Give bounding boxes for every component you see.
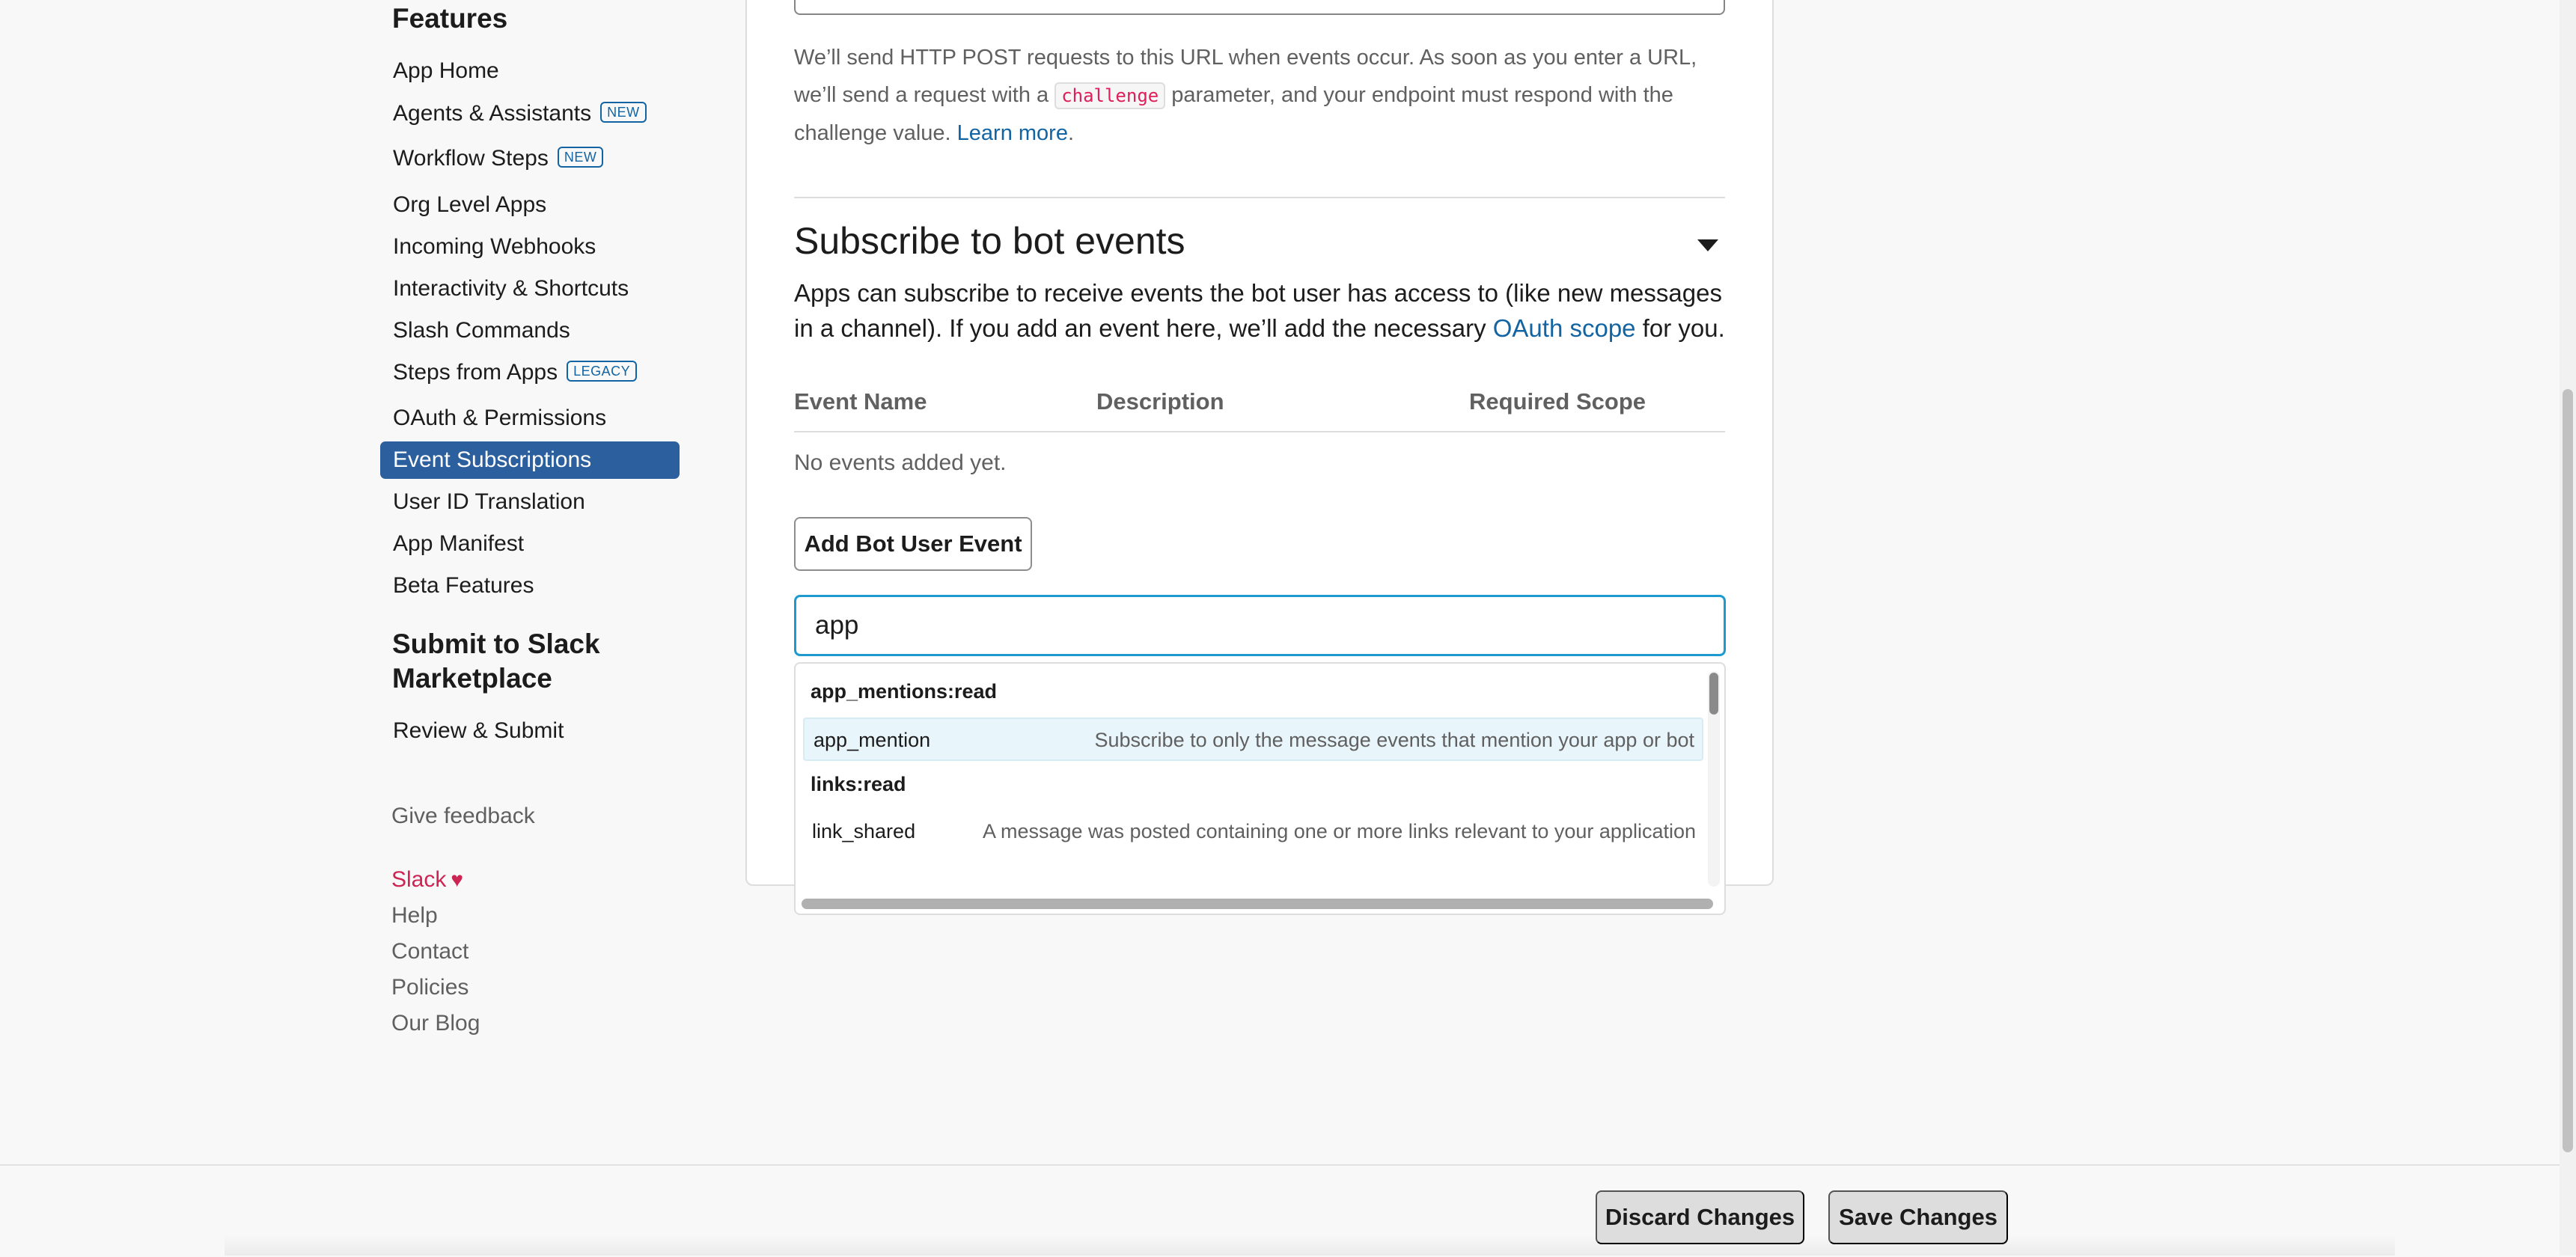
sidebar-item-steps-from-apps[interactable]: Steps from Apps LEGACY <box>380 354 680 391</box>
page-scrollbar[interactable] <box>2563 389 2573 1152</box>
sidebar-item-label: User ID Translation <box>393 489 585 514</box>
slack-link-label: Slack <box>391 867 447 892</box>
learn-more-link[interactable]: Learn more <box>957 121 1068 145</box>
table-header-divider <box>794 431 1725 432</box>
sidebar-item-workflow-steps[interactable]: Workflow Steps NEW <box>380 140 680 177</box>
sidebar-item-label: Slash Commands <box>393 318 570 343</box>
event-option-description: A message was posted containing one or m… <box>982 820 1696 842</box>
sidebar-item-org-level-apps[interactable]: Org Level Apps <box>380 186 680 224</box>
sidebar-item-review-submit[interactable]: Review & Submit <box>380 712 680 750</box>
challenge-code: challenge <box>1054 82 1166 109</box>
discard-changes-button[interactable]: Discard Changes <box>1596 1190 1804 1244</box>
empty-events-message: No events added yet. <box>794 450 1007 475</box>
sidebar-item-user-id-translation[interactable]: User ID Translation <box>380 483 680 521</box>
dropdown-vertical-scrollbar[interactable] <box>1709 673 1718 715</box>
sidebar-item-oauth-permissions[interactable]: OAuth & Permissions <box>380 400 680 437</box>
bot-events-heading: Subscribe to bot events <box>794 220 1185 262</box>
bot-events-description: Apps can subscribe to receive events the… <box>794 275 1730 346</box>
scope-group-label: links:read <box>811 773 906 795</box>
new-badge: NEW <box>600 102 647 123</box>
sidebar: Features App Home Agents & Assistants NEW… <box>0 0 703 1152</box>
sidebar-item-agents-assistants[interactable]: Agents & Assistants NEW <box>380 95 680 132</box>
help-link[interactable]: Help <box>391 900 438 932</box>
submit-heading-line1: Submit to Slack <box>392 628 600 659</box>
sidebar-item-label: App Home <box>393 58 499 83</box>
heart-icon: ♥ <box>451 868 463 891</box>
column-event-name: Event Name <box>794 388 927 415</box>
sidebar-item-label: Event Subscriptions <box>393 447 592 472</box>
blog-link[interactable]: Our Blog <box>391 1008 480 1039</box>
sidebar-item-label: Workflow Steps <box>393 146 549 171</box>
sidebar-item-label: Org Level Apps <box>393 192 547 217</box>
submit-heading-line2: Marketplace <box>392 663 552 694</box>
sidebar-item-label: Beta Features <box>393 573 534 598</box>
sidebar-item-event-subscriptions[interactable]: Event Subscriptions <box>380 441 680 479</box>
add-bot-user-event-button[interactable]: Add Bot User Event <box>794 517 1032 571</box>
give-feedback-link[interactable]: Give feedback <box>391 801 535 832</box>
event-option-link-shared[interactable]: link_shared A message was posted contain… <box>803 810 1703 854</box>
policies-link[interactable]: Policies <box>391 972 468 1003</box>
sidebar-item-incoming-webhooks[interactable]: Incoming Webhooks <box>380 228 680 266</box>
sidebar-item-beta-features[interactable]: Beta Features <box>380 567 680 605</box>
sidebar-item-label: Steps from Apps <box>393 360 558 385</box>
column-required-scope: Required Scope <box>1469 388 1646 415</box>
event-option-name: link_shared <box>812 820 916 842</box>
desc-period: . <box>1067 121 1075 145</box>
event-search-input[interactable]: app <box>794 595 1726 656</box>
features-heading: Features <box>392 3 508 34</box>
oauth-scope-link[interactable]: OAuth scope <box>1493 314 1636 342</box>
column-description: Description <box>1096 388 1224 415</box>
contact-link[interactable]: Contact <box>391 936 468 967</box>
new-badge: NEW <box>557 147 604 168</box>
para-text: for you. <box>1635 314 1725 342</box>
event-option-name: app_mention <box>814 729 931 751</box>
sidebar-item-label: Agents & Assistants <box>393 101 592 126</box>
event-option-description: Subscribe to only the message events tha… <box>1094 729 1694 751</box>
event-dropdown[interactable]: app_mentions:read app_mention Subscribe … <box>794 662 1726 915</box>
save-bar-shadow <box>225 1235 2395 1256</box>
section-divider <box>794 197 1725 198</box>
scope-group-label: app_mentions:read <box>811 680 998 703</box>
request-url-input[interactable] <box>794 0 1725 15</box>
sidebar-item-app-home[interactable]: App Home <box>380 52 680 90</box>
sidebar-item-label: OAuth & Permissions <box>393 406 607 430</box>
dropdown-horizontal-scrollbar[interactable] <box>802 899 1713 909</box>
sidebar-item-label: Review & Submit <box>393 718 564 743</box>
sidebar-item-slash-commands[interactable]: Slash Commands <box>380 312 680 349</box>
submit-heading: Submit to Slack Marketplace <box>392 627 600 696</box>
event-option-app-mention[interactable]: app_mention Subscribe to only the messag… <box>803 718 1703 761</box>
sidebar-item-label: Interactivity & Shortcuts <box>393 276 629 301</box>
legacy-badge: LEGACY <box>567 361 638 382</box>
slack-link[interactable]: Slack ♥ <box>391 864 463 896</box>
sidebar-item-interactivity-shortcuts[interactable]: Interactivity & Shortcuts <box>380 270 680 308</box>
sidebar-item-label: Incoming Webhooks <box>393 234 596 259</box>
sidebar-item-app-manifest[interactable]: App Manifest <box>380 525 680 563</box>
caret-down-icon[interactable] <box>1697 239 1718 251</box>
save-changes-button[interactable]: Save Changes <box>1828 1190 2008 1244</box>
sidebar-item-label: App Manifest <box>393 531 525 556</box>
request-url-description: We’ll send HTTP POST requests to this UR… <box>794 39 1730 152</box>
